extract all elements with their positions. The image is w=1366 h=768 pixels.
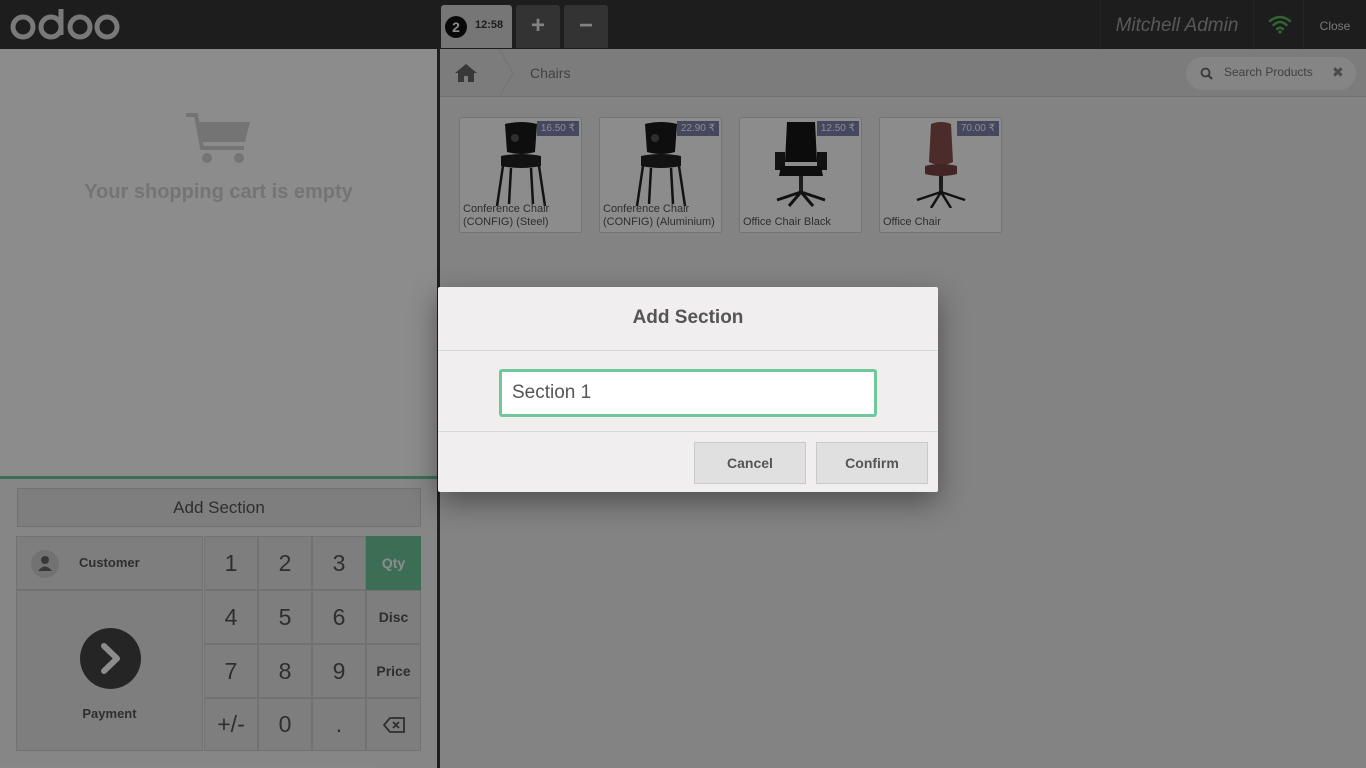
cancel-button[interactable]: Cancel (694, 442, 806, 484)
dialog-title: Add Section (438, 287, 938, 351)
confirm-button[interactable]: Confirm (816, 442, 928, 484)
section-name-input[interactable] (499, 369, 877, 417)
dialog-divider (438, 431, 938, 432)
add-section-dialog: Add Section Cancel Confirm (438, 287, 938, 492)
